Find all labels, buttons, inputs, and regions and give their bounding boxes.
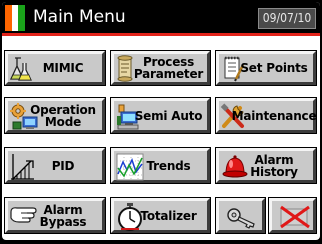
hmi-screen: Main Menu 09/07/10 MIMIC Process Paramet…: [2, 2, 320, 240]
flag-stripe-orange: [5, 5, 12, 31]
process-parameter-label: Process Parameter: [133, 55, 204, 81]
key-icon: [225, 205, 259, 233]
maintenance-button[interactable]: Maintenance: [215, 97, 317, 134]
alarm-history-label: Alarm History: [250, 152, 298, 179]
date-display: 09/07/10: [258, 8, 316, 29]
alarm-history-button[interactable]: Alarm History: [215, 147, 317, 184]
close-button[interactable]: [268, 197, 317, 234]
page-title: Main Menu: [33, 7, 126, 27]
mimic-button[interactable]: MIMIC: [4, 50, 106, 86]
pid-label: PID: [51, 158, 75, 173]
flag-stripe-green: [18, 5, 25, 31]
totalizer-label: Totalizer: [140, 208, 197, 223]
header-divider: [2, 33, 320, 36]
semi-auto-button[interactable]: Semi Auto: [110, 97, 211, 134]
close-x-icon: [278, 205, 312, 233]
trends-label: Trends: [146, 158, 191, 173]
operation-mode-button[interactable]: Operation Mode: [4, 97, 106, 134]
totalizer-button[interactable]: Totalizer: [110, 197, 211, 234]
set-points-button[interactable]: Set Points: [215, 50, 317, 86]
mimic-label: MIMIC: [42, 61, 84, 75]
login-button[interactable]: [215, 197, 266, 234]
process-parameter-button[interactable]: Process Parameter: [110, 50, 211, 86]
maintenance-label: Maintenance: [231, 108, 317, 123]
alarm-bypass-label: Alarm Bypass: [39, 202, 87, 229]
semi-auto-label: Semi Auto: [134, 108, 203, 123]
alarm-bypass-button[interactable]: Alarm Bypass: [4, 197, 106, 234]
pid-button[interactable]: PID: [4, 147, 106, 184]
set-points-label: Set Points: [240, 61, 308, 75]
trends-button[interactable]: Trends: [110, 147, 211, 184]
title-bar: Main Menu 09/07/10: [2, 2, 320, 33]
operation-mode-label: Operation Mode: [30, 102, 96, 129]
